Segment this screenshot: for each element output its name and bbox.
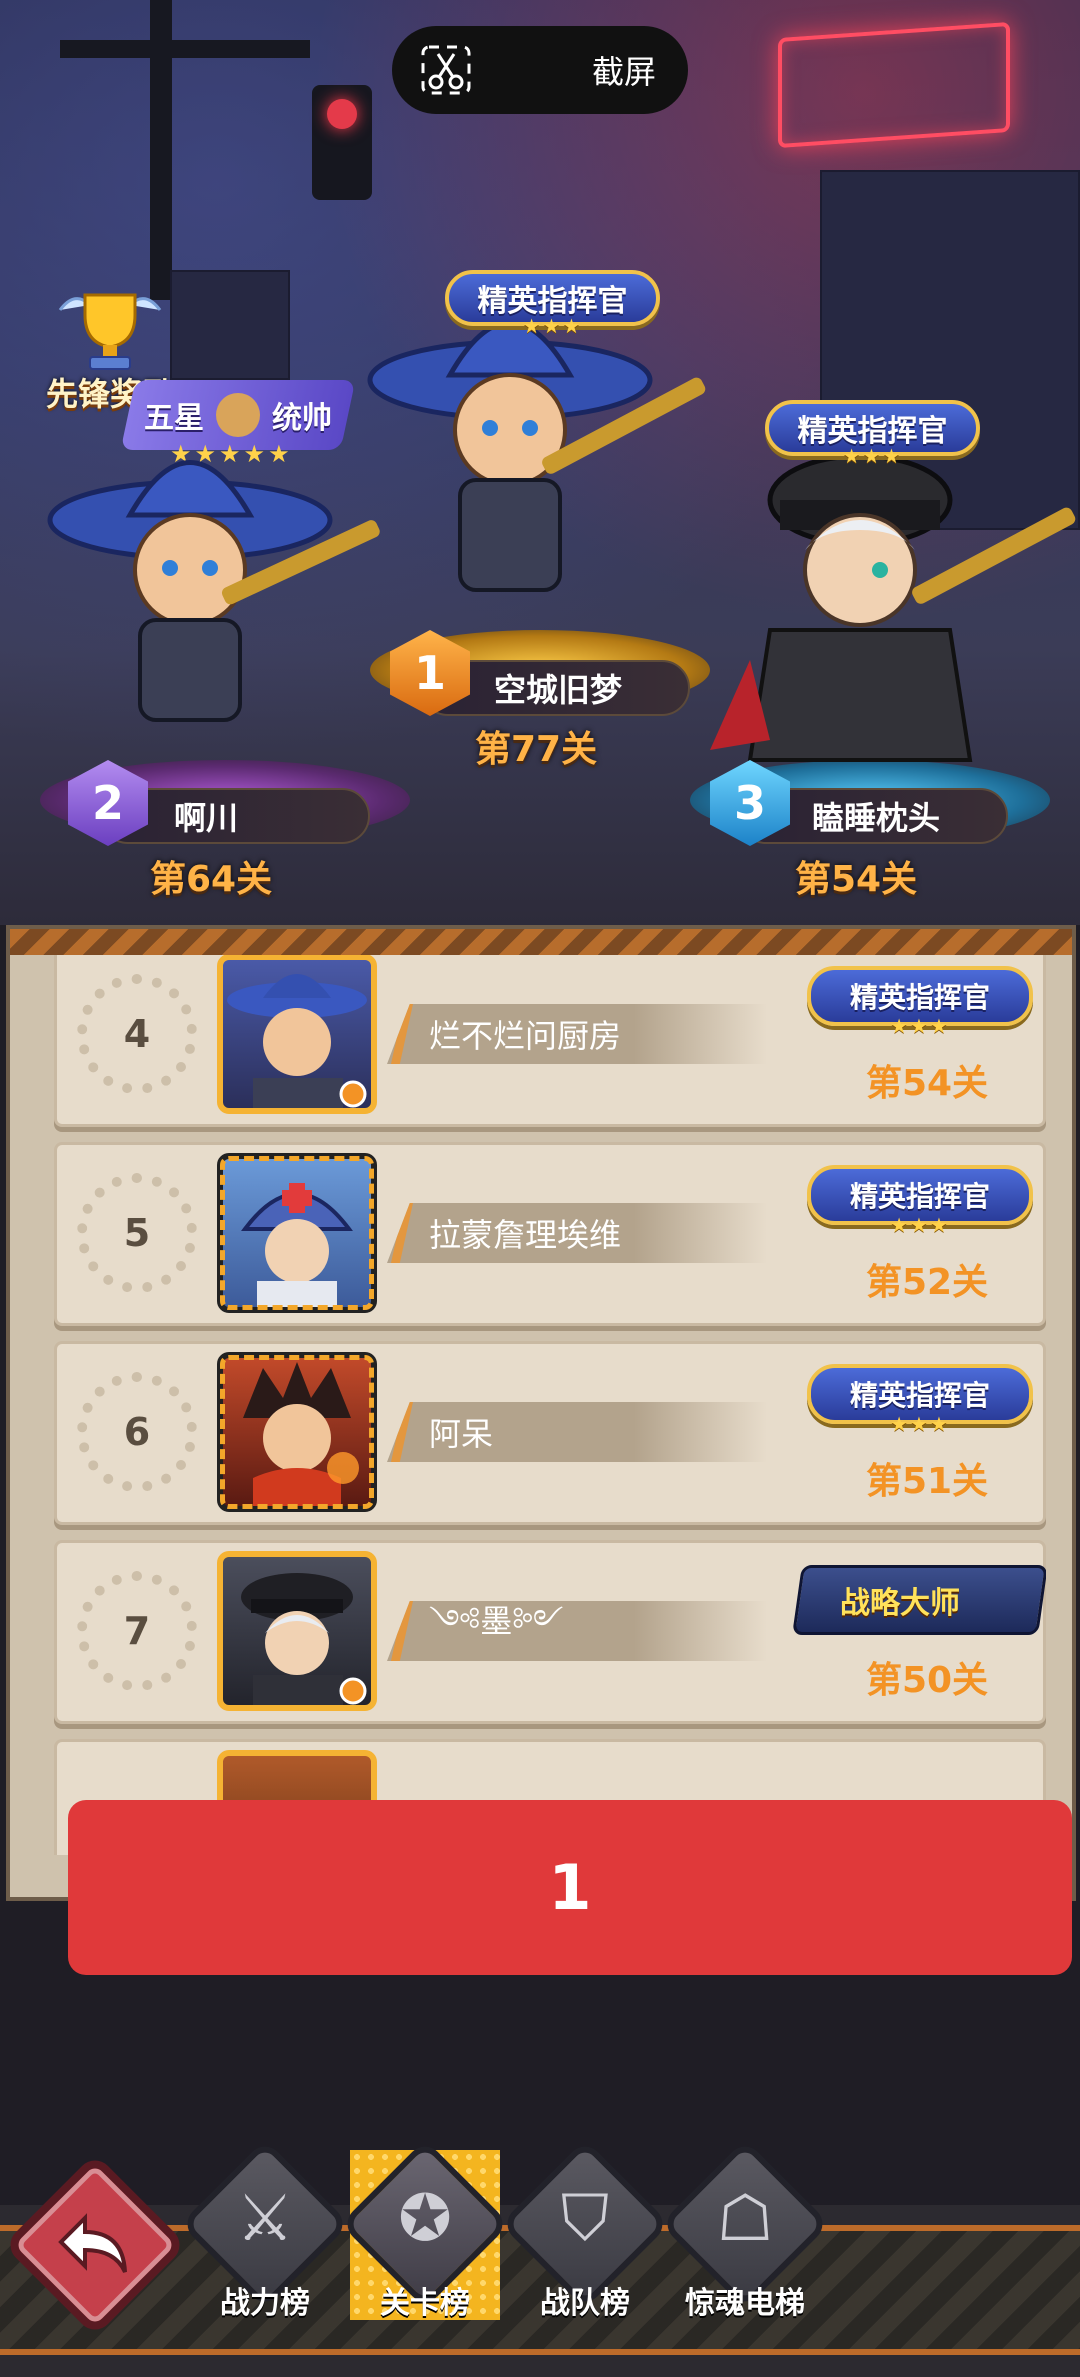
tab-label: 关卡榜 <box>380 2286 470 2321</box>
rank-2-player-name: 啊川 <box>174 799 239 837</box>
title-stars: ★★★ <box>890 1412 950 1436</box>
title-badge: 精英指挥官 ★★★ <box>807 1364 1033 1436</box>
player-name-bar: 烂不烂问厨房 <box>387 1004 767 1064</box>
cowboy-avatar-icon <box>227 974 367 1108</box>
title-text: 精英指挥官 <box>849 981 990 1014</box>
player-level: 第51关 <box>865 1461 989 1502</box>
street-pole-arm <box>60 40 310 58</box>
player-avatar[interactable] <box>217 1153 377 1313</box>
player-name: ༺墨༻ <box>429 1602 564 1640</box>
title-text: 精英指挥官 <box>849 1379 990 1412</box>
title-stars: ★★★ <box>890 1014 950 1038</box>
ghost-box-icon: ☖ <box>716 2182 774 2256</box>
rank-3-title-badge: 精英指挥官 ★★★ <box>765 400 980 468</box>
tab-power-ranking[interactable]: ⚔ 战力榜 <box>180 2139 350 2321</box>
traffic-light <box>312 85 372 200</box>
trophy-icon <box>58 293 162 370</box>
rank-3-title-stars: ★★★ <box>842 444 903 468</box>
title-badge: 精英指挥官 ★★★ <box>807 966 1033 1038</box>
panel-top-stripe <box>10 929 1072 955</box>
officer-avatar-icon <box>241 1573 367 1705</box>
player-name-bar: 拉蒙詹理埃维 <box>387 1203 767 1263</box>
screenshot-button[interactable]: 截屏 <box>392 26 688 114</box>
tab-team-ranking[interactable]: ⛉ 战队榜 <box>500 2139 670 2321</box>
player-level: 第54关 <box>865 1063 989 1104</box>
player-name-bar: ༺墨༻ <box>387 1601 767 1661</box>
medic-avatar-icon <box>241 1183 353 1307</box>
rank-number: 6 <box>123 1410 151 1454</box>
tab-label: 战队榜 <box>540 2286 630 2321</box>
player-name: 阿呆 <box>429 1415 494 1453</box>
fighter-avatar-icon <box>243 1362 359 1506</box>
rank-1-player-name: 空城旧梦 <box>494 671 623 709</box>
crossed-swords-icon: ⚔ <box>236 2182 294 2256</box>
player-level: 第50关 <box>865 1660 989 1701</box>
player-avatar[interactable] <box>217 1352 377 1512</box>
ranking-list-panel: 4 烂不烂问厨房 精英指挥官 ★★★ 第54关 5 拉蒙詹理埃维 精英指挥官 ★… <box>6 925 1076 1901</box>
popup-value: 1 <box>548 1851 592 1924</box>
rank-1-level: 第77关 <box>475 729 598 770</box>
back-arrow-icon <box>58 2213 127 2273</box>
list-item[interactable]: 7 ༺墨༻ 战略大师 第50关 <box>54 1540 1046 1724</box>
player-name: 烂不烂问厨房 <box>429 1017 622 1055</box>
hero-officer-rank-3[interactable] <box>710 430 1080 780</box>
strategy-master-badge: 战略大师 <box>792 1565 1046 1635</box>
tab-label: 战力榜 <box>220 2286 310 2321</box>
player-name: 拉蒙詹理埃维 <box>429 1216 622 1254</box>
rank-number: 7 <box>123 1609 151 1653</box>
rank-number: 5 <box>123 1211 151 1255</box>
title-text: 精英指挥官 <box>849 1180 990 1213</box>
list-item[interactable]: 5 拉蒙詹理埃维 精英指挥官 ★★★ 第52关 <box>54 1142 1046 1326</box>
list-item[interactable]: 6 阿呆 精英指挥官 ★★★ 第51关 <box>54 1341 1046 1525</box>
neon-sign <box>778 21 1010 149</box>
player-avatar[interactable] <box>217 955 377 1114</box>
hero-cowboy-rank-2[interactable] <box>40 420 400 780</box>
player-level: 第52关 <box>865 1262 989 1303</box>
screenshot-label: 截屏 <box>591 53 656 91</box>
rank-3-level: 第54关 <box>795 859 918 900</box>
title-stars: ★★★ <box>890 1213 950 1237</box>
tab-label: 惊魂电梯 <box>685 2286 805 2321</box>
rank-3-player-name: 瞌睡枕头 <box>812 799 941 837</box>
player-name-bar: 阿呆 <box>387 1402 767 1462</box>
tab-horror-elevator[interactable]: ☖ 惊魂电梯 <box>660 2139 830 2321</box>
list-item[interactable]: 4 烂不烂问厨房 精英指挥官 ★★★ 第54关 <box>54 955 1046 1127</box>
rank-2-level: 第64关 <box>150 859 273 900</box>
ranking-list[interactable]: 4 烂不烂问厨房 精英指挥官 ★★★ 第54关 5 拉蒙詹理埃维 精英指挥官 ★… <box>46 955 1046 1855</box>
shield-chevron-icon: ⛉ <box>561 2182 609 2256</box>
popup-toast[interactable]: 1 <box>68 1800 1072 1975</box>
rank-number: 4 <box>123 1012 151 1056</box>
player-avatar[interactable] <box>217 1551 377 1711</box>
scissors-icon <box>421 45 471 95</box>
rank-1-title-badge: 精英指挥官 ★★★ <box>445 270 660 338</box>
rank-1-title-stars: ★★★ <box>522 314 583 338</box>
title-text: 战略大师 <box>840 1586 960 1621</box>
tab-stage-ranking[interactable]: ✪ 关卡榜 <box>340 2139 510 2321</box>
leaderboard-podium-scene: 截屏 先锋奖励 五星 统帅 ★★★★★ 精英指挥官 ★★★ 精英指挥官 ★★★ … <box>0 0 1080 925</box>
title-badge: 精英指挥官 ★★★ <box>807 1165 1033 1237</box>
medal-icon: ✪ <box>398 2182 452 2256</box>
